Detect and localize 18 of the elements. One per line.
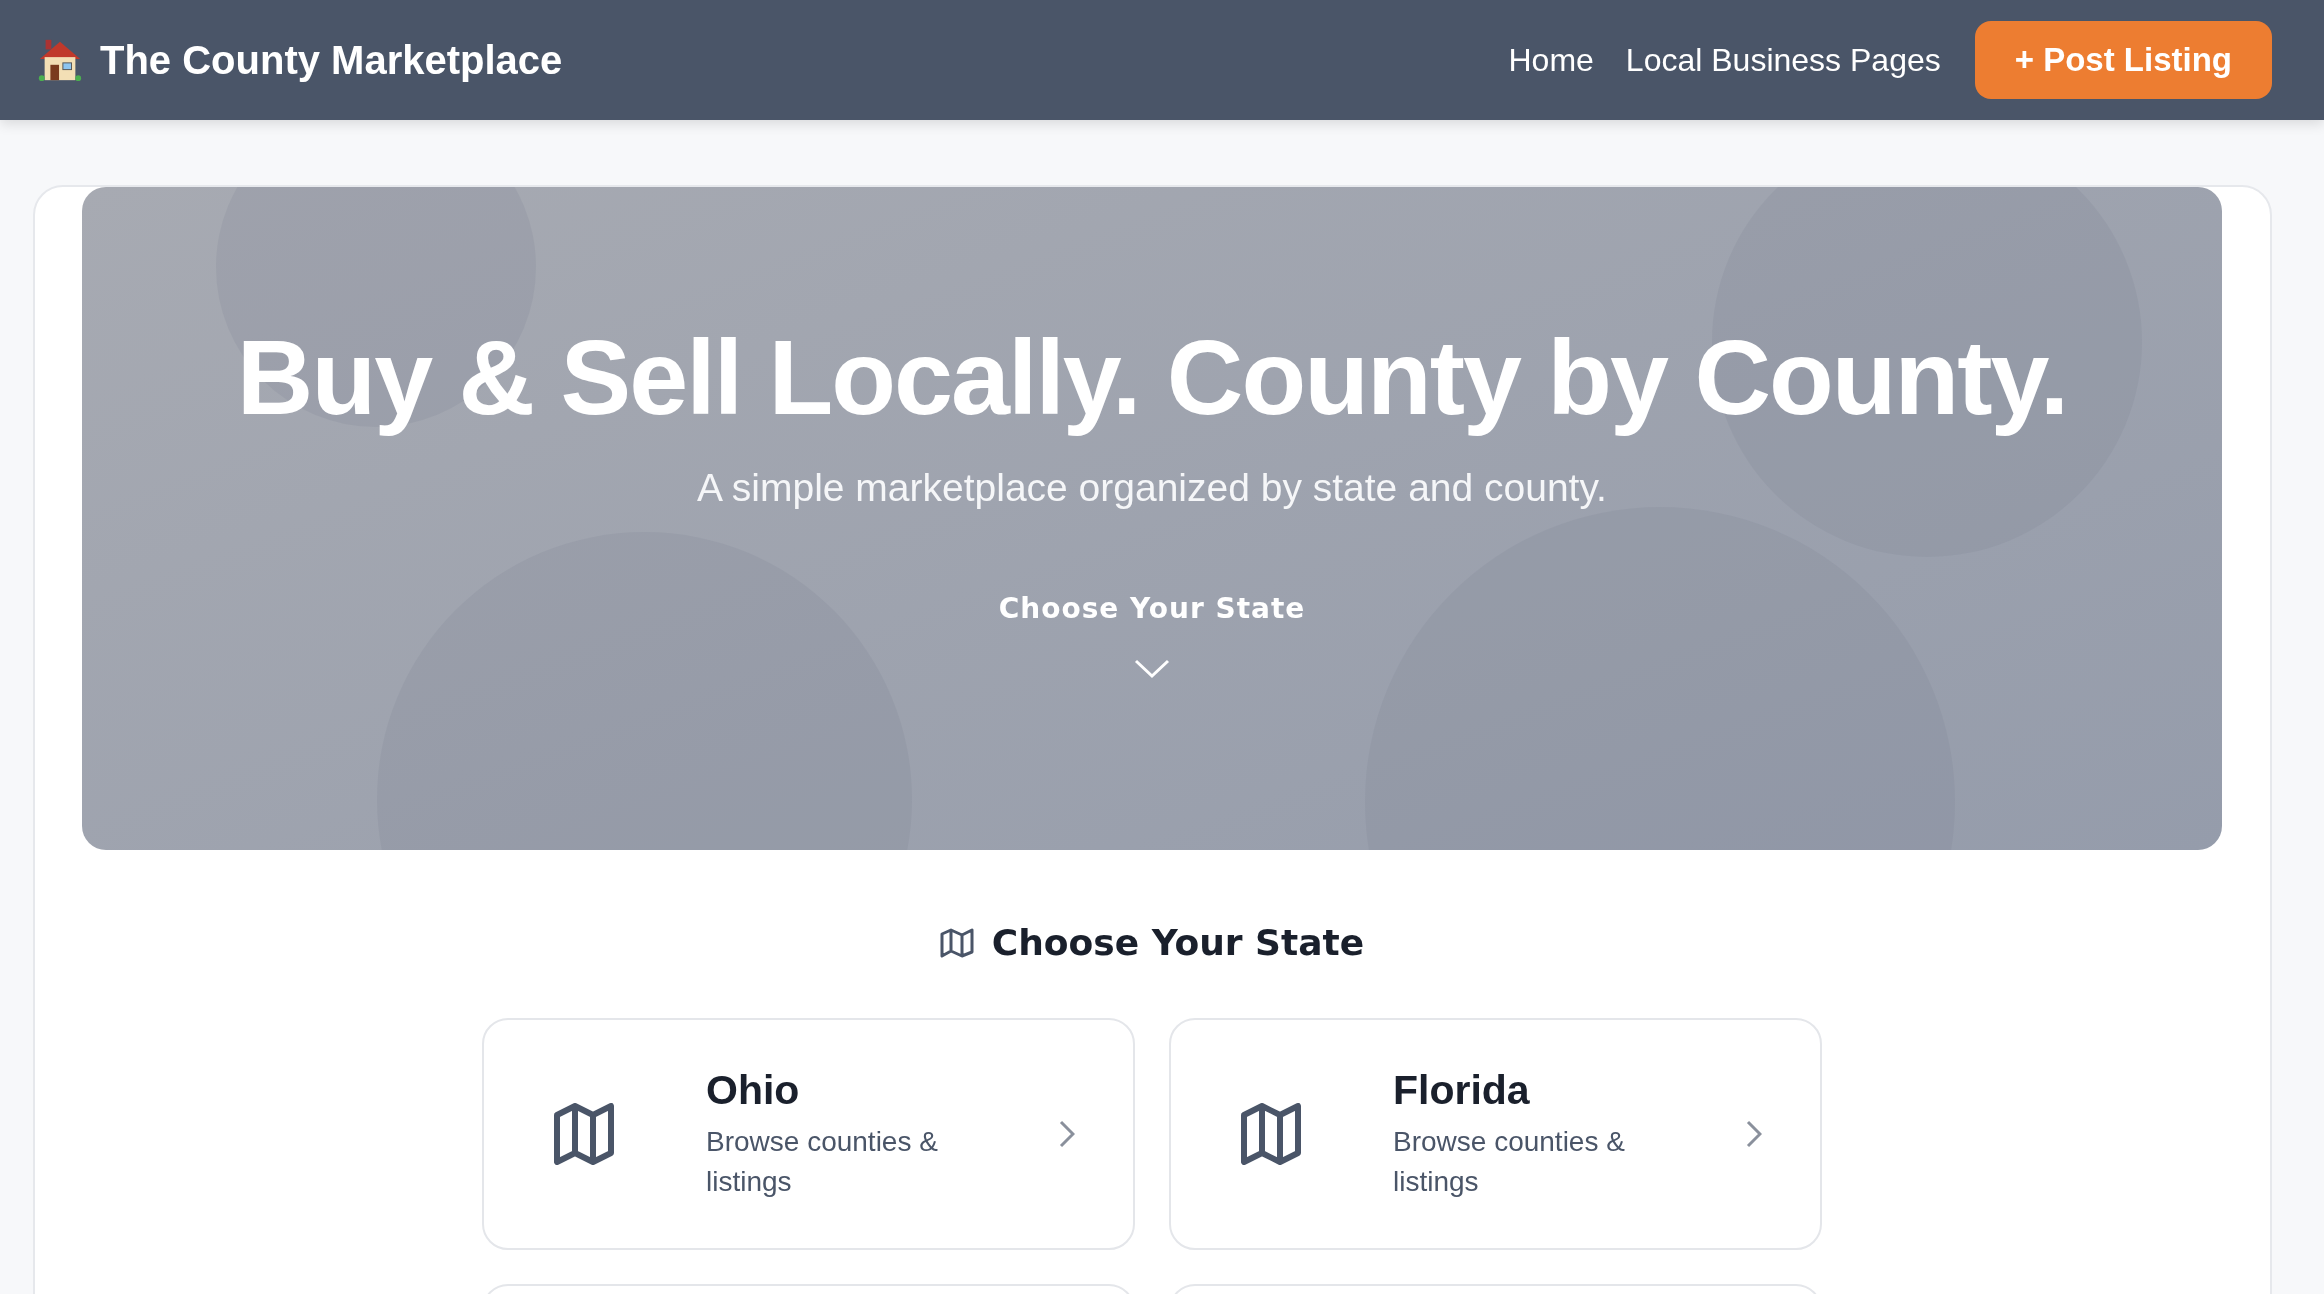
- hero-title: Buy & Sell Locally. County by County.: [236, 317, 2068, 438]
- map-icon: [1241, 1103, 1301, 1165]
- state-card[interactable]: Florida Browse counties & listings: [1169, 1018, 1822, 1250]
- chevron-down-icon[interactable]: [1134, 659, 1170, 679]
- state-name: Florida: [1393, 1067, 1531, 1115]
- nav-link[interactable]: Local Business Pages: [1625, 41, 1941, 79]
- state-name: Ohio: [706, 1067, 801, 1115]
- site-title[interactable]: The County Marketplace: [100, 37, 563, 83]
- chevron-right-icon: [1746, 1120, 1762, 1148]
- state-description: Browse counties & listings: [706, 1125, 939, 1199]
- section-heading: Choose Your State: [991, 922, 1365, 963]
- state-description: Browse counties & listings: [1393, 1125, 1626, 1199]
- map-icon: [939, 927, 974, 958]
- map-icon: [554, 1103, 614, 1165]
- nav-link[interactable]: Home: [1508, 41, 1594, 79]
- hero-subtitle: A simple marketplace organized by state and county.: [697, 466, 1607, 510]
- chevron-right-icon: [1059, 1120, 1075, 1148]
- state-card[interactable]: Ohio Browse counties & listings: [482, 1018, 1135, 1250]
